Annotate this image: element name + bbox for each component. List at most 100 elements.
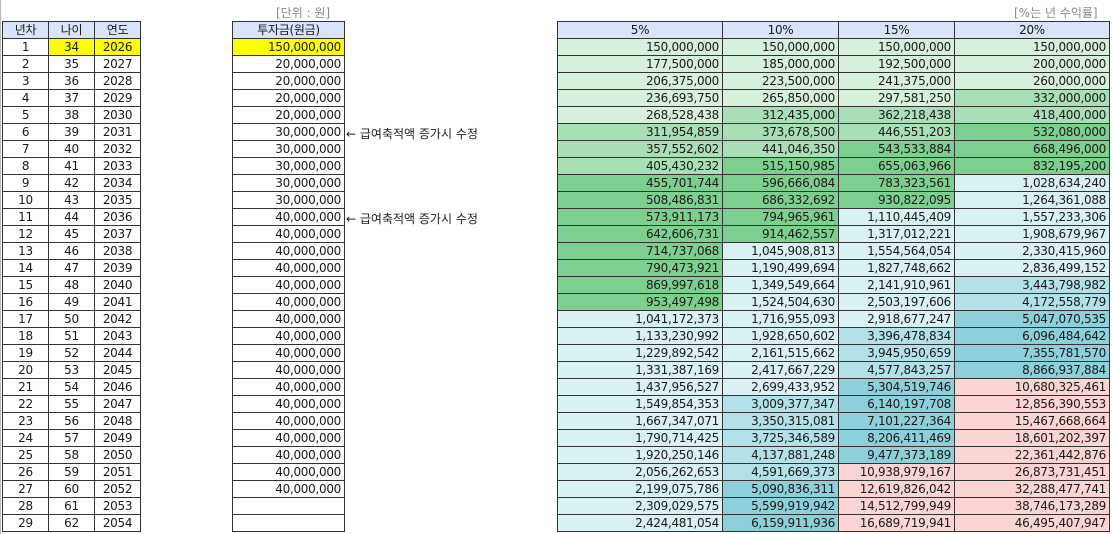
year-index-cell[interactable]: 20 [2, 361, 49, 379]
year-cell[interactable]: 2045 [94, 361, 141, 379]
age-cell[interactable]: 58 [48, 446, 95, 464]
year-cell[interactable]: 2053 [94, 497, 141, 515]
year-cell[interactable]: 2031 [94, 123, 141, 141]
year-index-cell[interactable]: 28 [2, 497, 49, 515]
return-cell[interactable]: 441,046,350 [722, 140, 839, 158]
investment-cell[interactable]: 40,000,000 [232, 276, 345, 294]
return-cell[interactable]: 1,264,361,088 [954, 191, 1110, 209]
age-cell[interactable]: 61 [48, 497, 95, 515]
return-cell[interactable]: 4,577,843,257 [838, 361, 955, 379]
year-cell[interactable]: 2037 [94, 225, 141, 243]
return-cell[interactable]: 2,161,515,662 [722, 344, 839, 362]
return-cell[interactable]: 9,477,373,189 [838, 446, 955, 464]
return-cell[interactable]: 223,500,000 [722, 72, 839, 90]
age-cell[interactable]: 46 [48, 242, 95, 260]
investment-cell[interactable]: 40,000,000 [232, 259, 345, 277]
year-cell[interactable]: 2050 [94, 446, 141, 464]
return-cell[interactable]: 5,090,836,311 [722, 480, 839, 498]
return-cell[interactable]: 642,606,731 [557, 225, 723, 243]
return-cell[interactable]: 532,080,000 [954, 123, 1110, 141]
age-cell[interactable]: 39 [48, 123, 95, 141]
year-cell[interactable]: 2040 [94, 276, 141, 294]
year-cell[interactable]: 2046 [94, 378, 141, 396]
age-cell[interactable]: 34 [48, 38, 95, 56]
header-year-index[interactable]: 년차 [2, 21, 49, 39]
investment-cell[interactable]: 40,000,000 [232, 412, 345, 430]
return-cell[interactable]: 12,856,390,553 [954, 395, 1110, 413]
year-index-cell[interactable]: 29 [2, 514, 49, 532]
return-cell[interactable]: 869,997,618 [557, 276, 723, 294]
year-cell[interactable]: 2027 [94, 55, 141, 73]
year-index-cell[interactable]: 12 [2, 225, 49, 243]
return-cell[interactable]: 2,330,415,960 [954, 242, 1110, 260]
header-investment[interactable]: 투자금(원금) [232, 21, 345, 39]
year-index-cell[interactable]: 1 [2, 38, 49, 56]
age-cell[interactable]: 45 [48, 225, 95, 243]
return-cell[interactable]: 596,666,084 [722, 174, 839, 192]
return-cell[interactable]: 236,693,750 [557, 89, 723, 107]
age-cell[interactable]: 37 [48, 89, 95, 107]
return-cell[interactable]: 655,063,966 [838, 157, 955, 175]
year-cell[interactable]: 2028 [94, 72, 141, 90]
return-cell[interactable]: 3,396,478,834 [838, 327, 955, 345]
return-cell[interactable]: 2,918,677,247 [838, 310, 955, 328]
return-cell[interactable]: 930,822,095 [838, 191, 955, 209]
return-cell[interactable]: 1,331,387,169 [557, 361, 723, 379]
return-cell[interactable]: 1,928,650,602 [722, 327, 839, 345]
investment-cell[interactable]: 150,000,000 [232, 38, 345, 56]
return-cell[interactable]: 3,443,798,982 [954, 276, 1110, 294]
year-index-cell[interactable]: 26 [2, 463, 49, 481]
investment-cell[interactable]: 20,000,000 [232, 55, 345, 73]
investment-cell[interactable]: 40,000,000 [232, 446, 345, 464]
return-cell[interactable]: 2,199,075,786 [557, 480, 723, 498]
age-cell[interactable]: 36 [48, 72, 95, 90]
investment-cell[interactable]: 40,000,000 [232, 395, 345, 413]
year-cell[interactable]: 2047 [94, 395, 141, 413]
return-cell[interactable]: 515,150,985 [722, 157, 839, 175]
return-cell[interactable]: 373,678,500 [722, 123, 839, 141]
return-cell[interactable]: 22,361,442,876 [954, 446, 1110, 464]
return-cell[interactable]: 508,486,831 [557, 191, 723, 209]
return-cell[interactable]: 311,954,859 [557, 123, 723, 141]
year-index-cell[interactable]: 6 [2, 123, 49, 141]
return-cell[interactable]: 714,737,068 [557, 242, 723, 260]
return-cell[interactable]: 46,495,407,947 [954, 514, 1110, 532]
year-cell[interactable]: 2032 [94, 140, 141, 158]
header-rate-10[interactable]: 10% [722, 21, 839, 39]
return-cell[interactable]: 1,920,250,146 [557, 446, 723, 464]
age-cell[interactable]: 50 [48, 310, 95, 328]
return-cell[interactable]: 150,000,000 [838, 38, 955, 56]
return-cell[interactable]: 2,699,433,952 [722, 378, 839, 396]
return-cell[interactable]: 241,375,000 [838, 72, 955, 90]
age-cell[interactable]: 51 [48, 327, 95, 345]
return-cell[interactable]: 8,866,937,884 [954, 361, 1110, 379]
return-cell[interactable]: 6,159,911,936 [722, 514, 839, 532]
year-cell[interactable]: 2052 [94, 480, 141, 498]
investment-cell[interactable]: 30,000,000 [232, 123, 345, 141]
return-cell[interactable]: 446,551,203 [838, 123, 955, 141]
return-cell[interactable]: 362,218,438 [838, 106, 955, 124]
return-cell[interactable]: 4,137,881,248 [722, 446, 839, 464]
year-index-cell[interactable]: 17 [2, 310, 49, 328]
return-cell[interactable]: 3,725,346,589 [722, 429, 839, 447]
age-cell[interactable]: 42 [48, 174, 95, 192]
header-age[interactable]: 나이 [48, 21, 95, 39]
return-cell[interactable]: 1,045,908,813 [722, 242, 839, 260]
investment-cell[interactable]: 20,000,000 [232, 89, 345, 107]
age-cell[interactable]: 62 [48, 514, 95, 532]
age-cell[interactable]: 38 [48, 106, 95, 124]
year-index-cell[interactable]: 24 [2, 429, 49, 447]
investment-cell[interactable]: 40,000,000 [232, 429, 345, 447]
return-cell[interactable]: 1,133,230,992 [557, 327, 723, 345]
return-cell[interactable]: 1,028,634,240 [954, 174, 1110, 192]
return-cell[interactable]: 783,323,561 [838, 174, 955, 192]
year-cell[interactable]: 2036 [94, 208, 141, 226]
return-cell[interactable]: 4,172,558,779 [954, 293, 1110, 311]
return-cell[interactable]: 5,599,919,942 [722, 497, 839, 515]
age-cell[interactable]: 59 [48, 463, 95, 481]
return-cell[interactable]: 3,350,315,081 [722, 412, 839, 430]
return-cell[interactable]: 455,701,744 [557, 174, 723, 192]
year-cell[interactable]: 2051 [94, 463, 141, 481]
age-cell[interactable]: 48 [48, 276, 95, 294]
return-cell[interactable]: 206,375,000 [557, 72, 723, 90]
